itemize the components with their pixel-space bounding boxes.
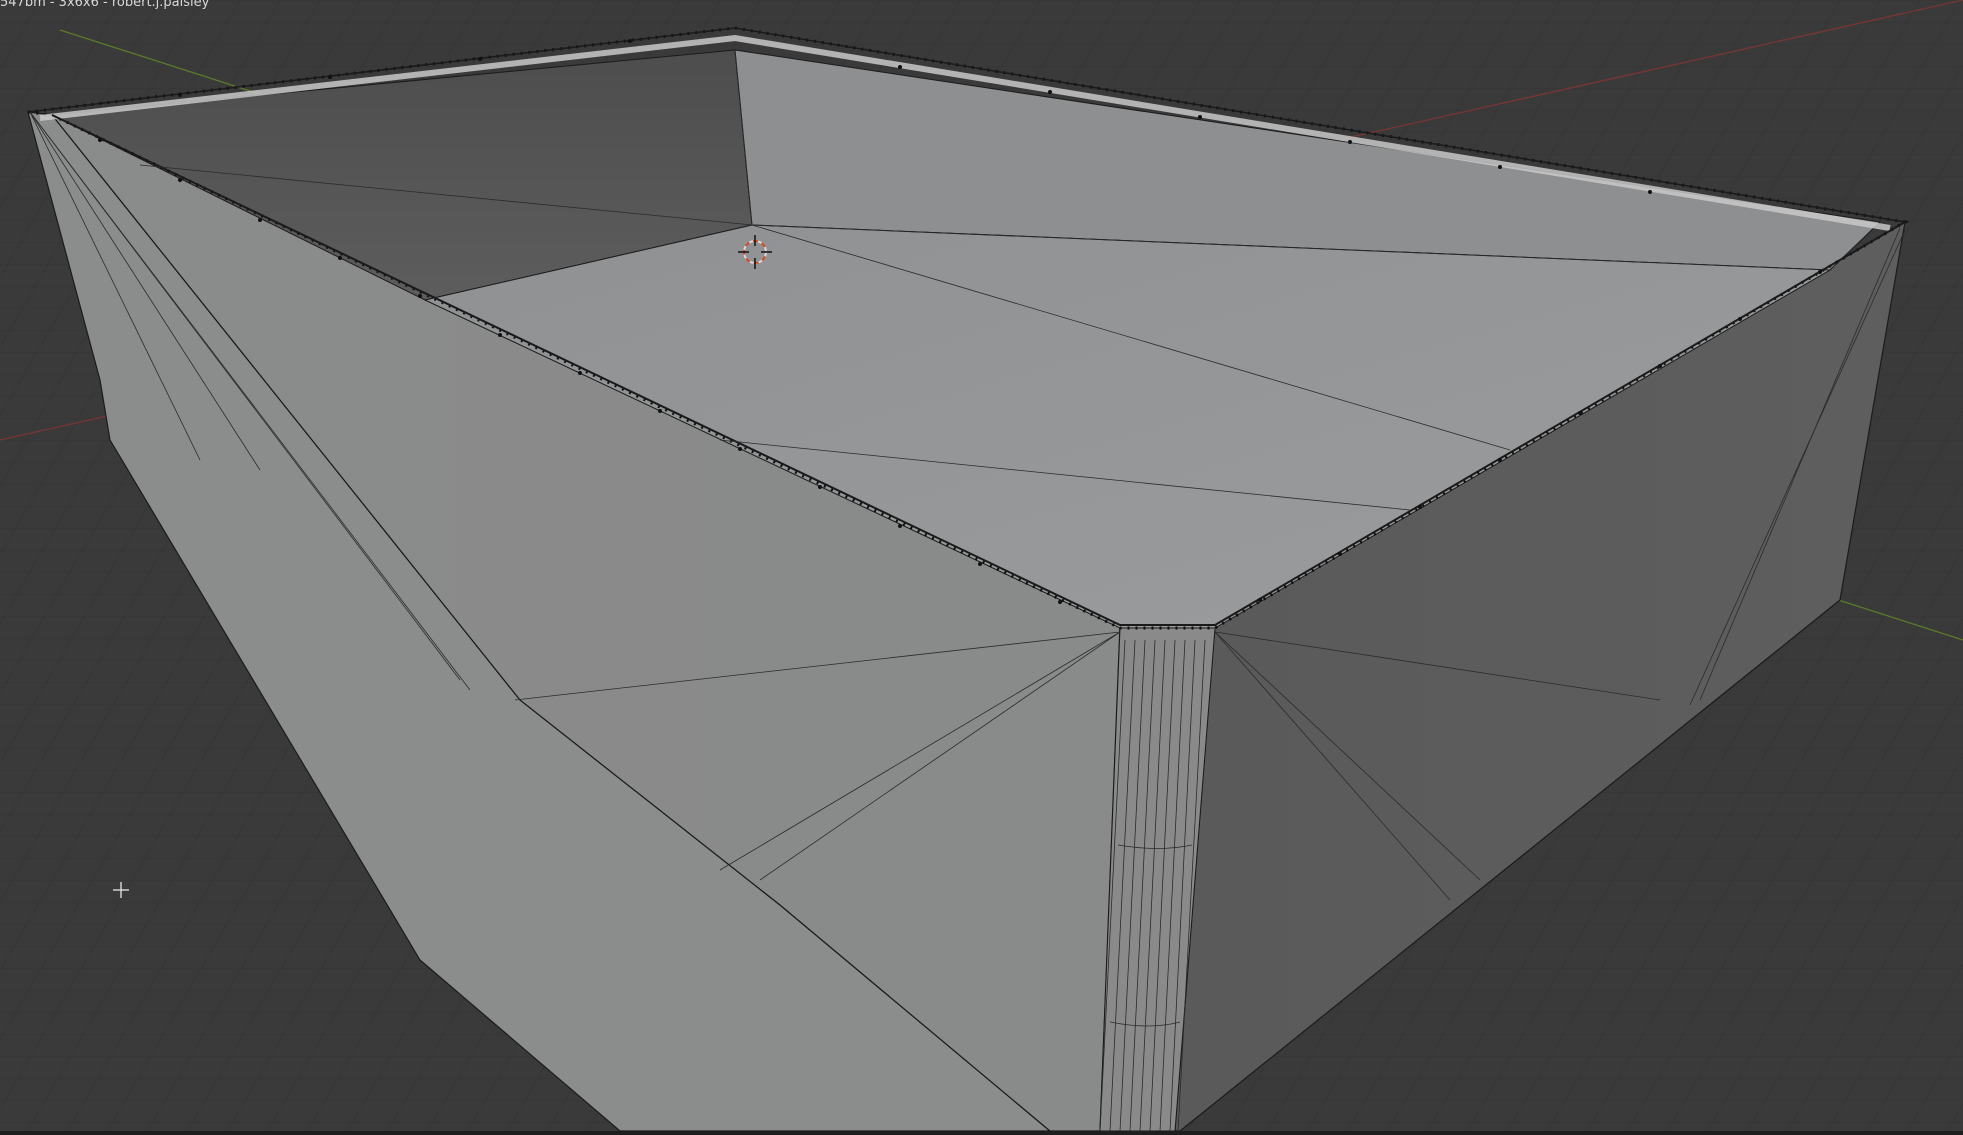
3d-viewport[interactable]: 547bm - 3x6x6 - robert.j.paisley bbox=[0, 0, 1963, 1135]
bottom-edge-bar bbox=[0, 1131, 1963, 1135]
viewport-canvas[interactable] bbox=[0, 0, 1963, 1135]
window-title: 547bm - 3x6x6 - robert.j.paisley bbox=[0, 0, 210, 10]
